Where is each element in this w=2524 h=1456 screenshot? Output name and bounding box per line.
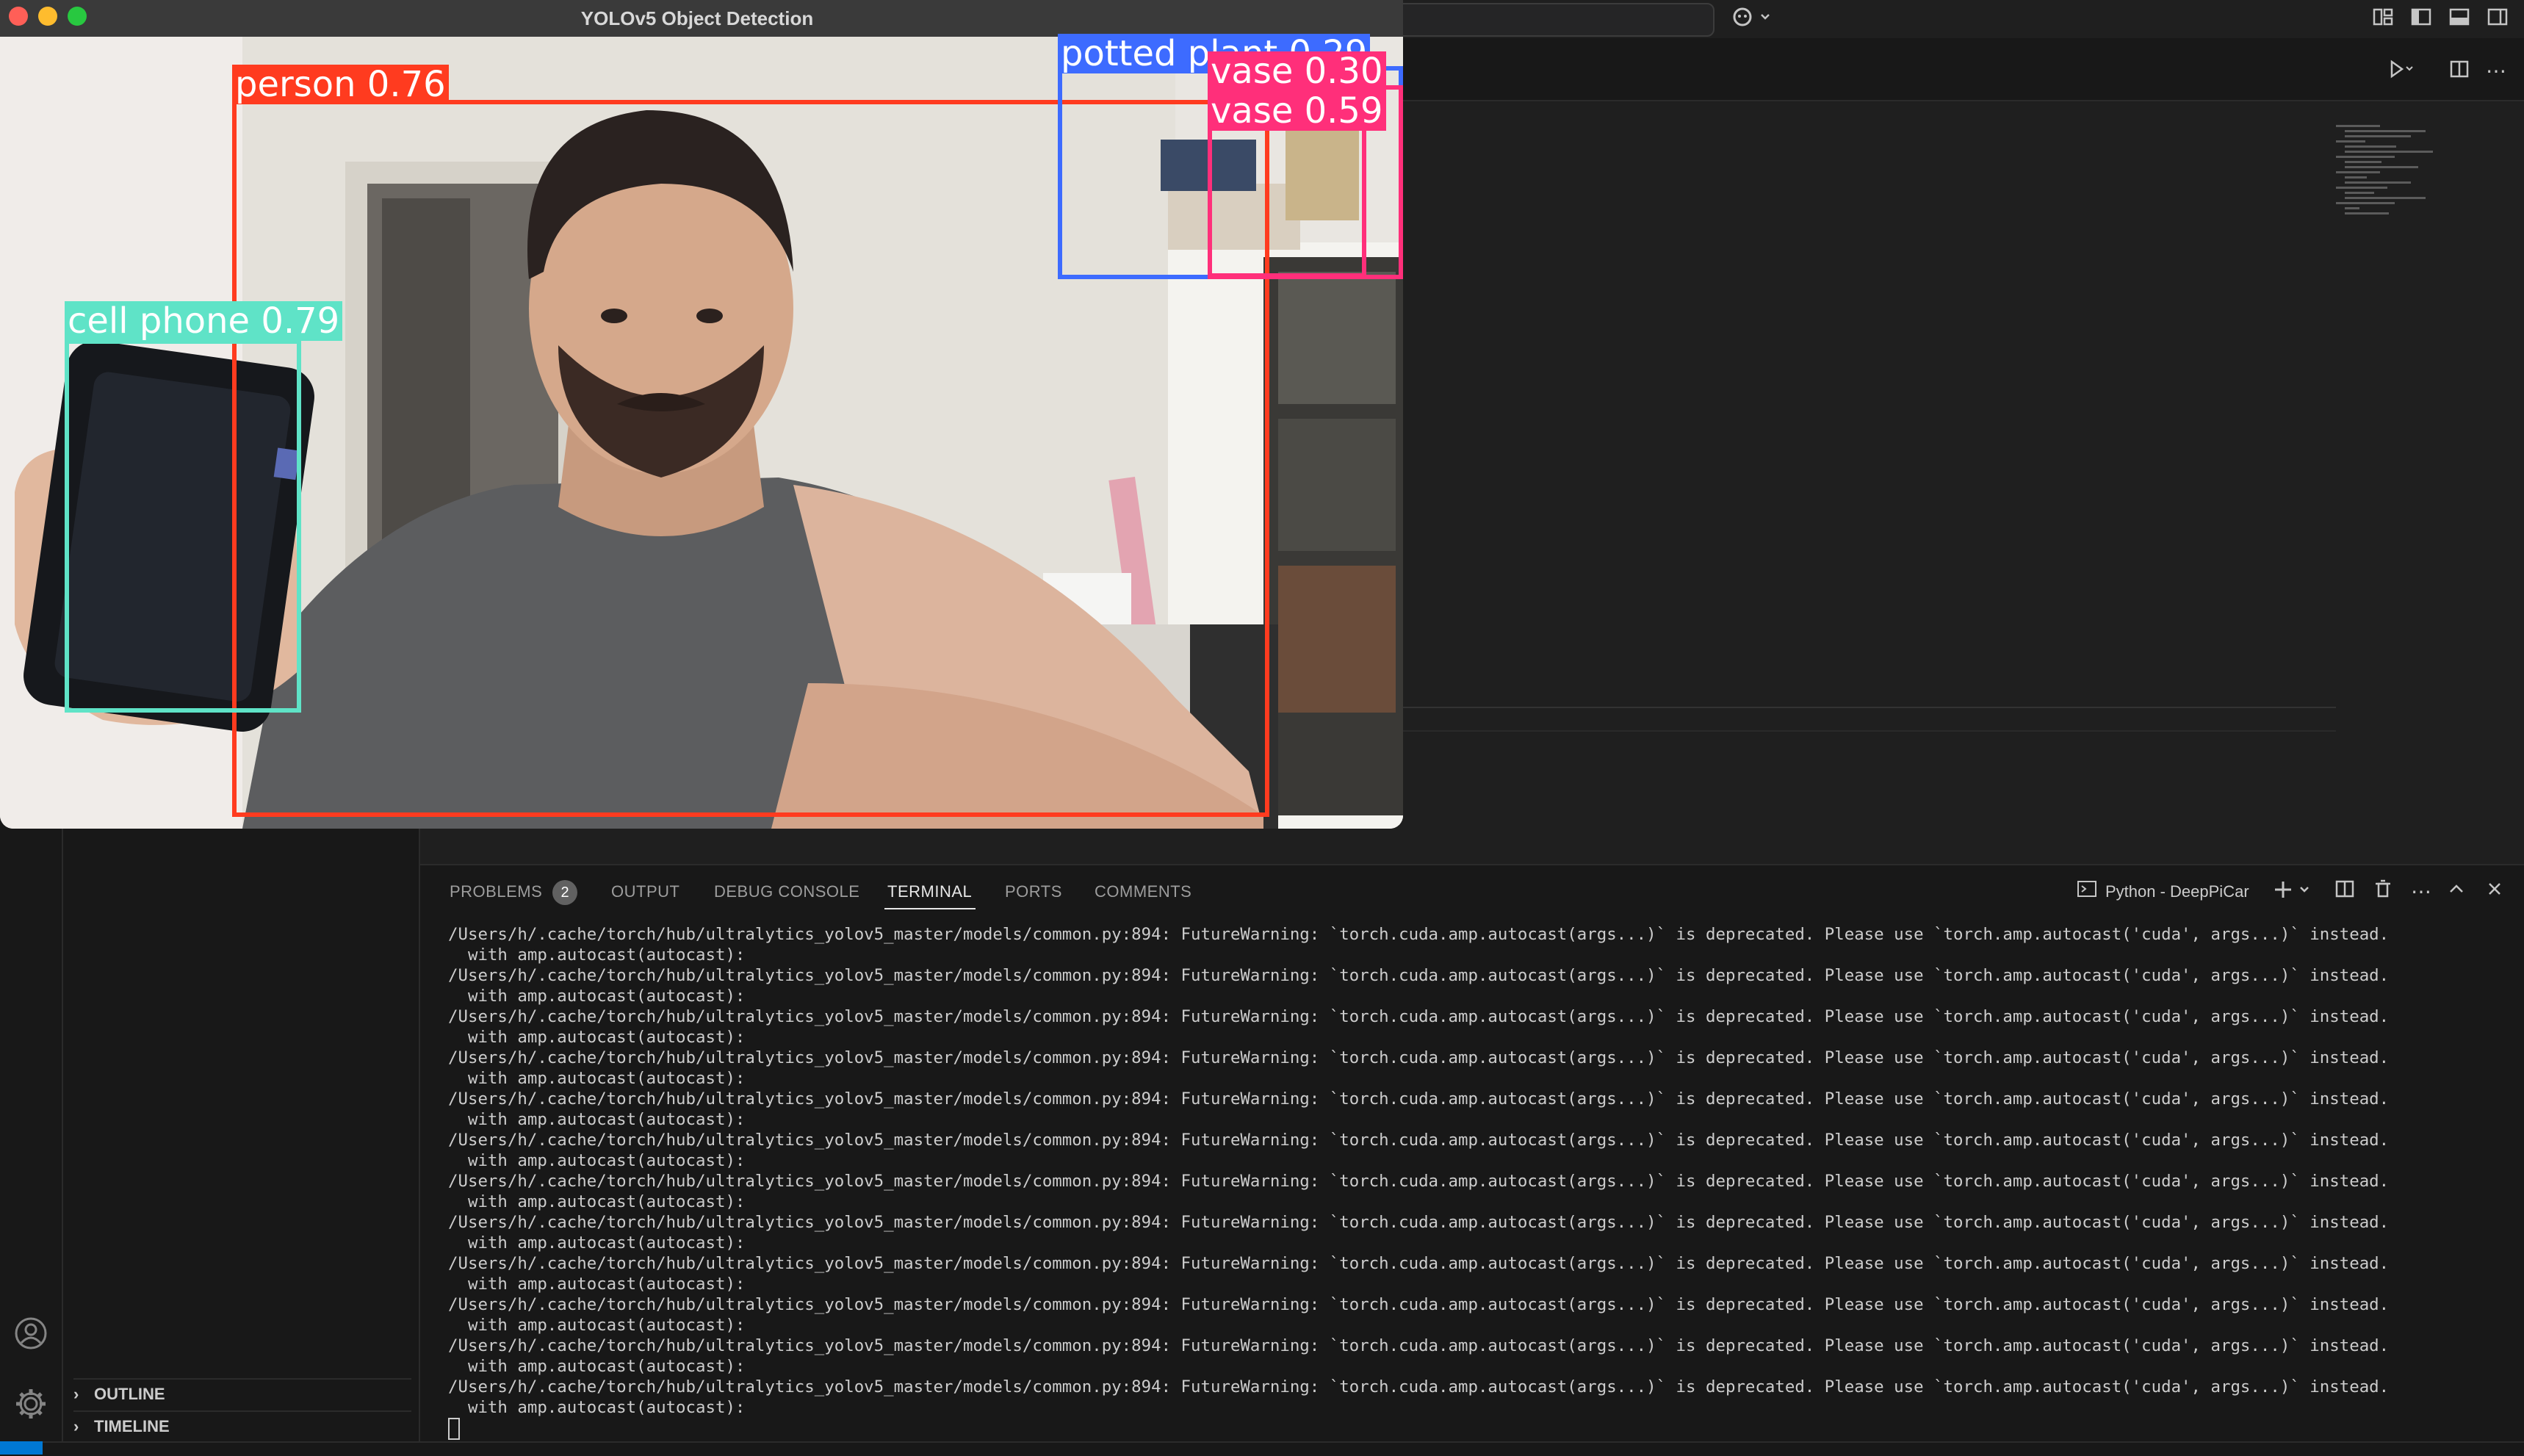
terminal-line: /Users/h/.cache/torch/hub/ultralytics_yo… [448, 1213, 2390, 1232]
new-terminal-icon[interactable] [2273, 879, 2317, 905]
tab-problems-label: PROBLEMS [450, 882, 543, 901]
terminal-line: with amp.autocast(autocast): [448, 1233, 746, 1253]
minimap-line [2345, 181, 2411, 184]
more-actions-icon[interactable]: ⋯ [2483, 59, 2509, 83]
split-terminal-icon[interactable] [2332, 879, 2358, 905]
kill-terminal-icon[interactable] [2370, 879, 2396, 905]
yolo-window[interactable]: YOLOv5 Object Detection person 0.76 cell… [0, 0, 1403, 829]
terminal-line: /Users/h/.cache/torch/hub/ultralytics_yo… [448, 1089, 2390, 1109]
terminal-instance-name[interactable]: Python - DeepPiCar [2105, 879, 2249, 905]
minimap-line [2345, 166, 2418, 168]
minimap-line [2345, 176, 2367, 179]
minimap-line [2345, 161, 2381, 163]
minimap[interactable] [2336, 125, 2512, 228]
run-icon[interactable] [2387, 59, 2414, 84]
chevron-right-icon: › [73, 1385, 79, 1403]
terminal-line: /Users/h/.cache/torch/hub/ultralytics_yo… [448, 1048, 2390, 1067]
terminal-icon [2076, 879, 2098, 905]
detection-label-person: person 0.76 [232, 65, 449, 104]
terminal-line: /Users/h/.cache/torch/hub/ultralytics_yo… [448, 1295, 2390, 1314]
toggle-panel-icon[interactable] [2448, 6, 2471, 29]
terminal-line: /Users/h/.cache/torch/hub/ultralytics_yo… [448, 1172, 2390, 1191]
terminal-line: with amp.autocast(autocast): [448, 945, 746, 965]
minimap-line [2345, 207, 2359, 209]
problems-count-badge: 2 [552, 880, 578, 905]
tab-comments[interactable]: COMMENTS [1095, 879, 1191, 905]
terminal-line: /Users/h/.cache/torch/hub/ultralytics_yo… [448, 1377, 2390, 1396]
tab-terminal[interactable]: TERMINAL [887, 879, 972, 905]
status-bar [0, 1441, 2524, 1456]
minimap-line [2345, 192, 2374, 194]
terminal-line: /Users/h/.cache/torch/hub/ultralytics_yo… [448, 925, 2390, 944]
detection-label-vase-2: vase 0.59 [1208, 91, 1386, 131]
terminal-line: with amp.autocast(autocast): [448, 1316, 746, 1335]
minimap-line [2345, 197, 2426, 199]
manage-gear-icon[interactable] [10, 1385, 51, 1427]
toggle-secondary-sidebar-icon[interactable] [2486, 6, 2509, 29]
terminal-line: with amp.autocast(autocast): [448, 1398, 746, 1417]
webcam-frame: person 0.76 cell phone 0.79 potted plant… [0, 34, 1403, 829]
terminal-line: /Users/h/.cache/torch/hub/ultralytics_yo… [448, 966, 2390, 985]
split-editor-icon[interactable] [2446, 59, 2473, 84]
close-panel-icon[interactable] [2481, 879, 2508, 905]
terminal-line: with amp.autocast(autocast): [448, 1110, 746, 1129]
editor-divider [1403, 730, 2336, 732]
terminal-line: /Users/h/.cache/torch/hub/ultralytics_yo… [448, 1254, 2390, 1273]
tab-debug-console[interactable]: DEBUG CONSOLE [714, 879, 859, 905]
terminal-output[interactable]: /Users/h/.cache/torch/hub/ultralytics_yo… [448, 924, 2505, 1440]
minimap-line [2345, 151, 2433, 153]
more-icon[interactable]: ⋯ [2408, 879, 2434, 905]
outline-label: OUTLINE [94, 1385, 165, 1403]
terminal-line: with amp.autocast(autocast): [448, 1275, 746, 1294]
minimap-line [2345, 135, 2411, 137]
minimap-line [2345, 130, 2426, 132]
minimap-line [2336, 171, 2380, 173]
minimap-line [2345, 212, 2389, 215]
detection-label-vase-1: vase 0.30 [1208, 51, 1386, 91]
tab-ports[interactable]: PORTS [1005, 879, 1062, 905]
remote-indicator[interactable] [0, 1441, 43, 1455]
terminal-line: /Users/h/.cache/torch/hub/ultralytics_yo… [448, 1336, 2390, 1355]
terminal-cursor [448, 1418, 2505, 1440]
copilot-icon[interactable] [1731, 6, 1775, 29]
minimap-line [2336, 125, 2380, 127]
timeline-section[interactable]: › TIMELINE [73, 1410, 411, 1441]
tab-output[interactable]: OUTPUT [611, 879, 679, 905]
terminal-line: with amp.autocast(autocast): [448, 1069, 746, 1088]
terminal-line: /Users/h/.cache/torch/hub/ultralytics_yo… [448, 1131, 2390, 1150]
detection-box-cell-phone [65, 339, 301, 713]
accounts-icon[interactable] [10, 1315, 51, 1356]
minimap-line [2336, 202, 2395, 204]
minimap-line [2345, 145, 2396, 148]
minimap-line [2336, 156, 2395, 158]
chevron-right-icon: › [73, 1417, 79, 1435]
command-center-search[interactable] [1359, 3, 1714, 37]
outline-section[interactable]: › OUTLINE [73, 1378, 411, 1409]
active-tab-indicator [884, 908, 976, 909]
toggle-primary-sidebar-icon[interactable] [2409, 6, 2433, 29]
terminal-line: with amp.autocast(autocast): [448, 1028, 746, 1047]
terminal-line: /Users/h/.cache/torch/hub/ultralytics_yo… [448, 1007, 2390, 1026]
timeline-label: TIMELINE [94, 1417, 170, 1435]
detection-box-vase-2 [1208, 125, 1366, 278]
tab-problems[interactable]: PROBLEMS 2 [450, 879, 578, 905]
terminal-line: with amp.autocast(autocast): [448, 1192, 746, 1211]
editor-divider [1403, 707, 2336, 708]
detection-label-cell-phone: cell phone 0.79 [65, 301, 343, 341]
customize-layout-icon[interactable] [2371, 6, 2395, 29]
minimap-line [2336, 187, 2387, 189]
terminal-line: with amp.autocast(autocast): [448, 1151, 746, 1170]
yolo-window-title: YOLOv5 Object Detection [580, 7, 814, 29]
maximize-panel-icon[interactable] [2443, 879, 2470, 905]
minimap-line [2336, 140, 2365, 143]
terminal-line: with amp.autocast(autocast): [448, 987, 746, 1006]
terminal-line: with amp.autocast(autocast): [448, 1357, 746, 1376]
